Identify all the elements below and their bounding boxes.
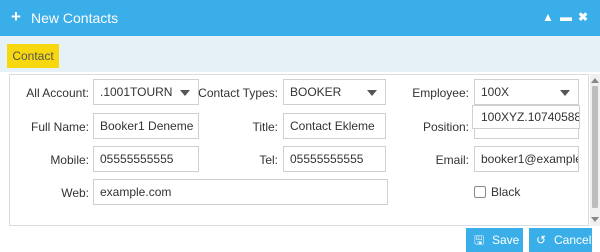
save-button[interactable]: 🖫 Save <box>466 228 523 252</box>
collapse-icon[interactable]: ▲ <box>542 10 554 24</box>
employee-dropdown-option[interactable]: 100XYZ.107405883 <box>472 105 580 129</box>
employee-label: Employee: <box>412 86 469 100</box>
mobile-label: Mobile: <box>50 153 89 167</box>
web-input[interactable]: example.com <box>93 179 388 205</box>
cancel-button[interactable]: ↺ Cancel <box>529 228 592 252</box>
title-input[interactable]: Contact Ekleme <box>283 113 386 139</box>
mobile-input[interactable]: 05555555555 <box>93 146 199 172</box>
employee-value: 100X <box>481 85 510 99</box>
minimize-icon[interactable]: ▬ <box>560 10 572 24</box>
email-input[interactable]: booker1@example <box>474 146 579 172</box>
close-icon[interactable]: ✖ <box>578 10 588 24</box>
scroll-down-icon[interactable] <box>591 217 599 222</box>
cancel-button-label: Cancel <box>554 233 592 247</box>
full-name-label: Full Name: <box>30 120 89 134</box>
employee-select[interactable]: 100X <box>474 79 579 105</box>
window-title: New Contacts <box>31 10 119 26</box>
chevron-down-icon <box>180 90 190 96</box>
scroll-thumb[interactable] <box>592 86 598 208</box>
floppy-disk-icon: 🖫 <box>474 233 485 247</box>
form-scrollbar[interactable] <box>590 74 600 226</box>
window-titlebar: + New Contacts ▲ ▬ ✖ <box>0 0 600 36</box>
save-button-label: Save <box>492 233 520 247</box>
web-label: Web: <box>61 186 89 200</box>
contact-types-select[interactable]: BOOKER <box>283 79 386 105</box>
undo-icon: ↺ <box>536 233 547 247</box>
all-account-select[interactable]: .1001TOURN <box>93 79 199 105</box>
contact-types-value: BOOKER <box>290 85 342 99</box>
tel-label: Tel: <box>259 153 278 167</box>
all-account-label: All Account: <box>26 86 89 100</box>
contact-types-label: Contact Types: <box>198 86 278 100</box>
tab-bar <box>0 36 600 72</box>
title-label: Title: <box>252 120 278 134</box>
scroll-up-icon[interactable] <box>591 78 599 83</box>
all-account-value: .1001TOURN <box>100 85 173 99</box>
email-label: Email: <box>435 153 469 167</box>
full-name-input[interactable]: Booker1 Deneme <box>93 113 199 139</box>
black-label: Black <box>491 185 521 199</box>
plus-icon: + <box>11 7 21 26</box>
tab-contact[interactable]: Contact <box>7 44 59 68</box>
tel-input[interactable]: 05555555555 <box>283 146 386 172</box>
black-checkbox[interactable] <box>474 186 486 198</box>
position-label: Position: <box>422 120 469 134</box>
chevron-down-icon <box>560 90 570 96</box>
chevron-down-icon <box>367 90 377 96</box>
